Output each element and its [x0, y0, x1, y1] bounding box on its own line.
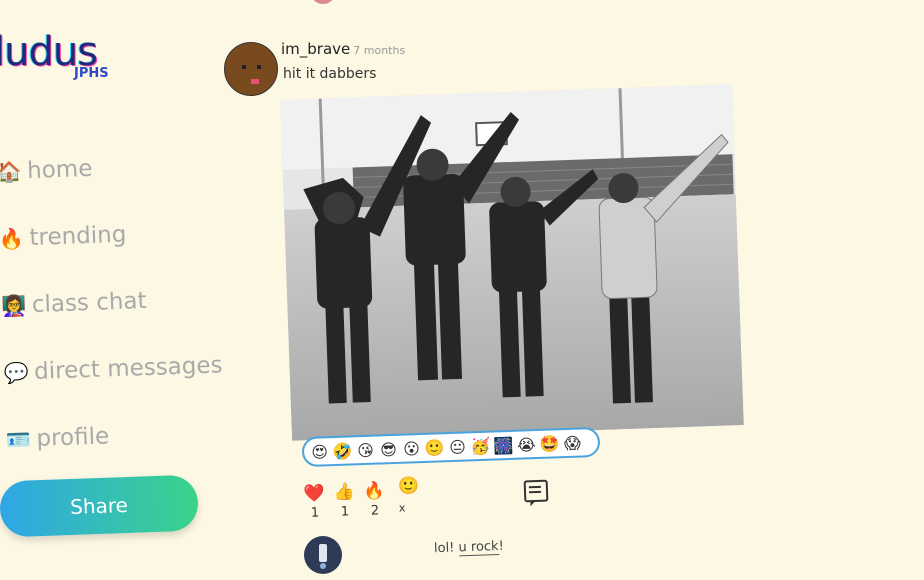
reaction-option[interactable]: 😱: [561, 433, 585, 453]
brand-logo[interactable]: ludus JPHS: [0, 30, 109, 81]
reaction-count-thumbs-up[interactable]: 👍 1: [332, 482, 357, 520]
reaction-count-heart[interactable]: ❤️ 1: [302, 483, 327, 521]
reaction-count-fire[interactable]: 🔥 2: [362, 481, 387, 519]
reaction-option[interactable]: 😭: [515, 434, 539, 455]
sidebar-item-label: class chat: [31, 287, 147, 318]
add-reaction-button[interactable]: 🙂x: [398, 476, 421, 517]
reaction-count-value: 2: [370, 503, 380, 519]
comment-prefix: lol!: [433, 540, 459, 557]
house-icon: 🏠: [0, 158, 23, 184]
thumbs-up-icon: 👍: [333, 482, 356, 503]
sidebar-item-direct-messages[interactable]: 💬 direct messages: [3, 331, 224, 405]
sidebar-item-profile[interactable]: 🪪 profile: [5, 398, 226, 472]
sidebar-item-label: direct messages: [33, 351, 223, 385]
post-author-name[interactable]: im_brave: [281, 40, 350, 58]
smiley-icon: 🙂: [397, 475, 420, 497]
previous-post-avatar-fragment: [312, 0, 334, 4]
comment-text: lol! u rock!: [433, 538, 505, 557]
comment-icon[interactable]: [523, 479, 549, 503]
share-button[interactable]: Share: [0, 474, 199, 538]
reaction-option[interactable]: 😎: [377, 439, 401, 459]
commenter-avatar[interactable]: [304, 536, 342, 574]
reaction-option[interactable]: 😐: [446, 437, 470, 457]
reaction-option[interactable]: 🤩: [538, 434, 562, 454]
comment-link[interactable]: u rock: [458, 538, 499, 557]
reaction-option[interactable]: 🎆: [492, 435, 516, 455]
sidebar-item-label: profile: [36, 422, 110, 452]
avatar-mouth: [251, 79, 259, 84]
sidebar-item-class-chat[interactable]: 👩‍🏫 class chat: [1, 264, 222, 338]
profile-icon: 🪪: [5, 426, 32, 452]
post-caption: hit it dabbers: [283, 66, 377, 82]
reaction-option[interactable]: 🥳: [469, 436, 493, 456]
messages-icon: 💬: [3, 359, 30, 385]
avatar[interactable]: [224, 42, 278, 96]
avatar-eye: [257, 65, 261, 69]
avatar-eye: [242, 65, 246, 69]
brand-school: JPHS: [74, 66, 109, 81]
sidebar-item-home[interactable]: 🏠 home: [0, 131, 217, 205]
reaction-option[interactable]: 🤣: [331, 441, 355, 461]
post-photo[interactable]: [280, 84, 744, 441]
sidebar-item-label: home: [26, 155, 93, 184]
post-photo-graphic: [280, 84, 744, 441]
heart-icon: ❤️: [303, 483, 326, 504]
fire-icon: 🔥: [0, 225, 25, 251]
reaction-count-value: 1: [340, 504, 350, 520]
post-author[interactable]: im_brave 7 months: [281, 40, 405, 58]
reaction-count-value: 1: [310, 505, 320, 521]
comment-suffix: !: [498, 538, 505, 554]
reaction-option[interactable]: 😮: [400, 438, 424, 459]
sidebar-nav: 🏠 home 🔥 trending 👩‍🏫 class chat 💬 direc…: [0, 131, 226, 473]
add-reaction-suffix: x: [398, 501, 406, 515]
reaction-option[interactable]: 😍: [308, 442, 332, 462]
reaction-option[interactable]: 😘: [354, 440, 378, 460]
class-chat-icon: 👩‍🏫: [0, 292, 27, 318]
sidebar-item-trending[interactable]: 🔥 trending: [0, 197, 219, 271]
post-card: im_brave 7 months hit it dabbers 😍 🤣 😘 😎…: [224, 40, 784, 580]
sidebar-item-label: trending: [29, 221, 127, 251]
fire-icon: 🔥: [363, 481, 386, 502]
post-time: 7 months: [353, 44, 406, 57]
commenter-avatar-graphic: [319, 544, 327, 569]
reaction-option[interactable]: 🙂: [423, 438, 447, 458]
